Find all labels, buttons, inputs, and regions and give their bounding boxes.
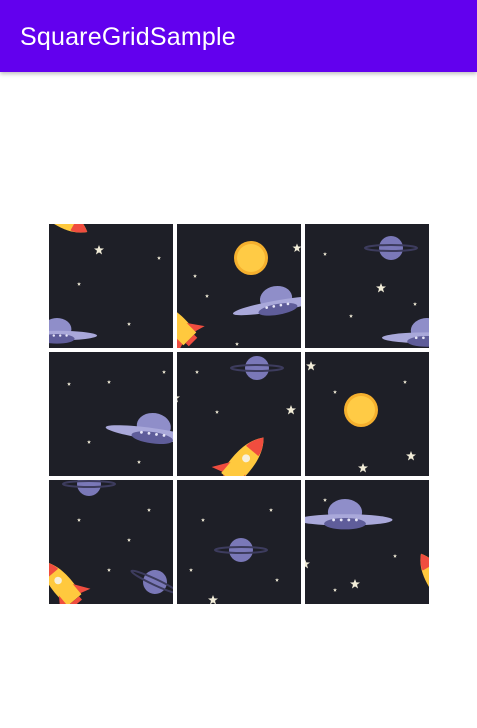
grid-tile-2-1[interactable] bbox=[49, 352, 173, 476]
grid-tile-3-1[interactable] bbox=[49, 480, 173, 604]
grid-tile-3-2[interactable] bbox=[177, 480, 301, 604]
grid-tile-2-3[interactable] bbox=[305, 352, 429, 476]
grid-tile-2-2[interactable] bbox=[177, 352, 301, 476]
grid-tile-1-1[interactable] bbox=[49, 224, 173, 348]
app-title: SquareGridSample bbox=[20, 23, 236, 51]
square-grid bbox=[49, 224, 429, 604]
grid-tile-1-2[interactable] bbox=[177, 224, 301, 348]
grid-tile-1-3[interactable] bbox=[305, 224, 429, 348]
app-bar: SquareGridSample bbox=[0, 0, 477, 72]
grid-tile-3-3[interactable] bbox=[305, 480, 429, 604]
